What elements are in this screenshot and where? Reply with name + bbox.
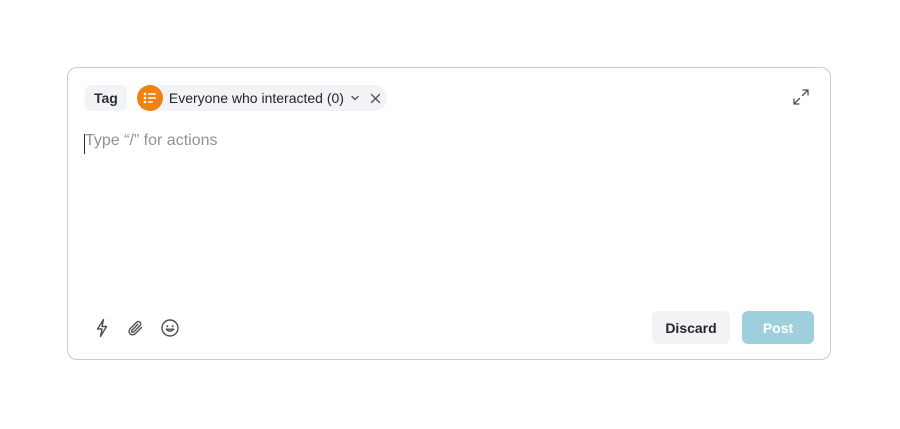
lightning-icon[interactable]	[92, 318, 112, 338]
list-icon	[136, 85, 163, 111]
audience-label: Everyone who interacted (0)	[168, 90, 344, 106]
text-caret	[84, 134, 85, 154]
audience-chip[interactable]: Everyone who interacted (0)	[136, 85, 387, 111]
chevron-down-icon[interactable]	[350, 93, 360, 103]
composer-toolbar	[92, 318, 180, 338]
tag-label: Tag	[85, 85, 127, 111]
post-button[interactable]: Post	[742, 311, 814, 344]
paperclip-icon[interactable]	[126, 318, 146, 338]
close-icon[interactable]	[370, 93, 381, 104]
discard-button[interactable]: Discard	[652, 311, 730, 344]
message-input[interactable]	[85, 132, 805, 292]
message-composer: Tag Everyone who interacted (0) Type “/”…	[67, 67, 831, 360]
emoji-icon[interactable]	[160, 318, 180, 338]
composer-actions: Discard Post	[652, 311, 814, 344]
expand-icon[interactable]	[792, 88, 810, 106]
composer-header: Tag Everyone who interacted (0)	[85, 85, 387, 111]
